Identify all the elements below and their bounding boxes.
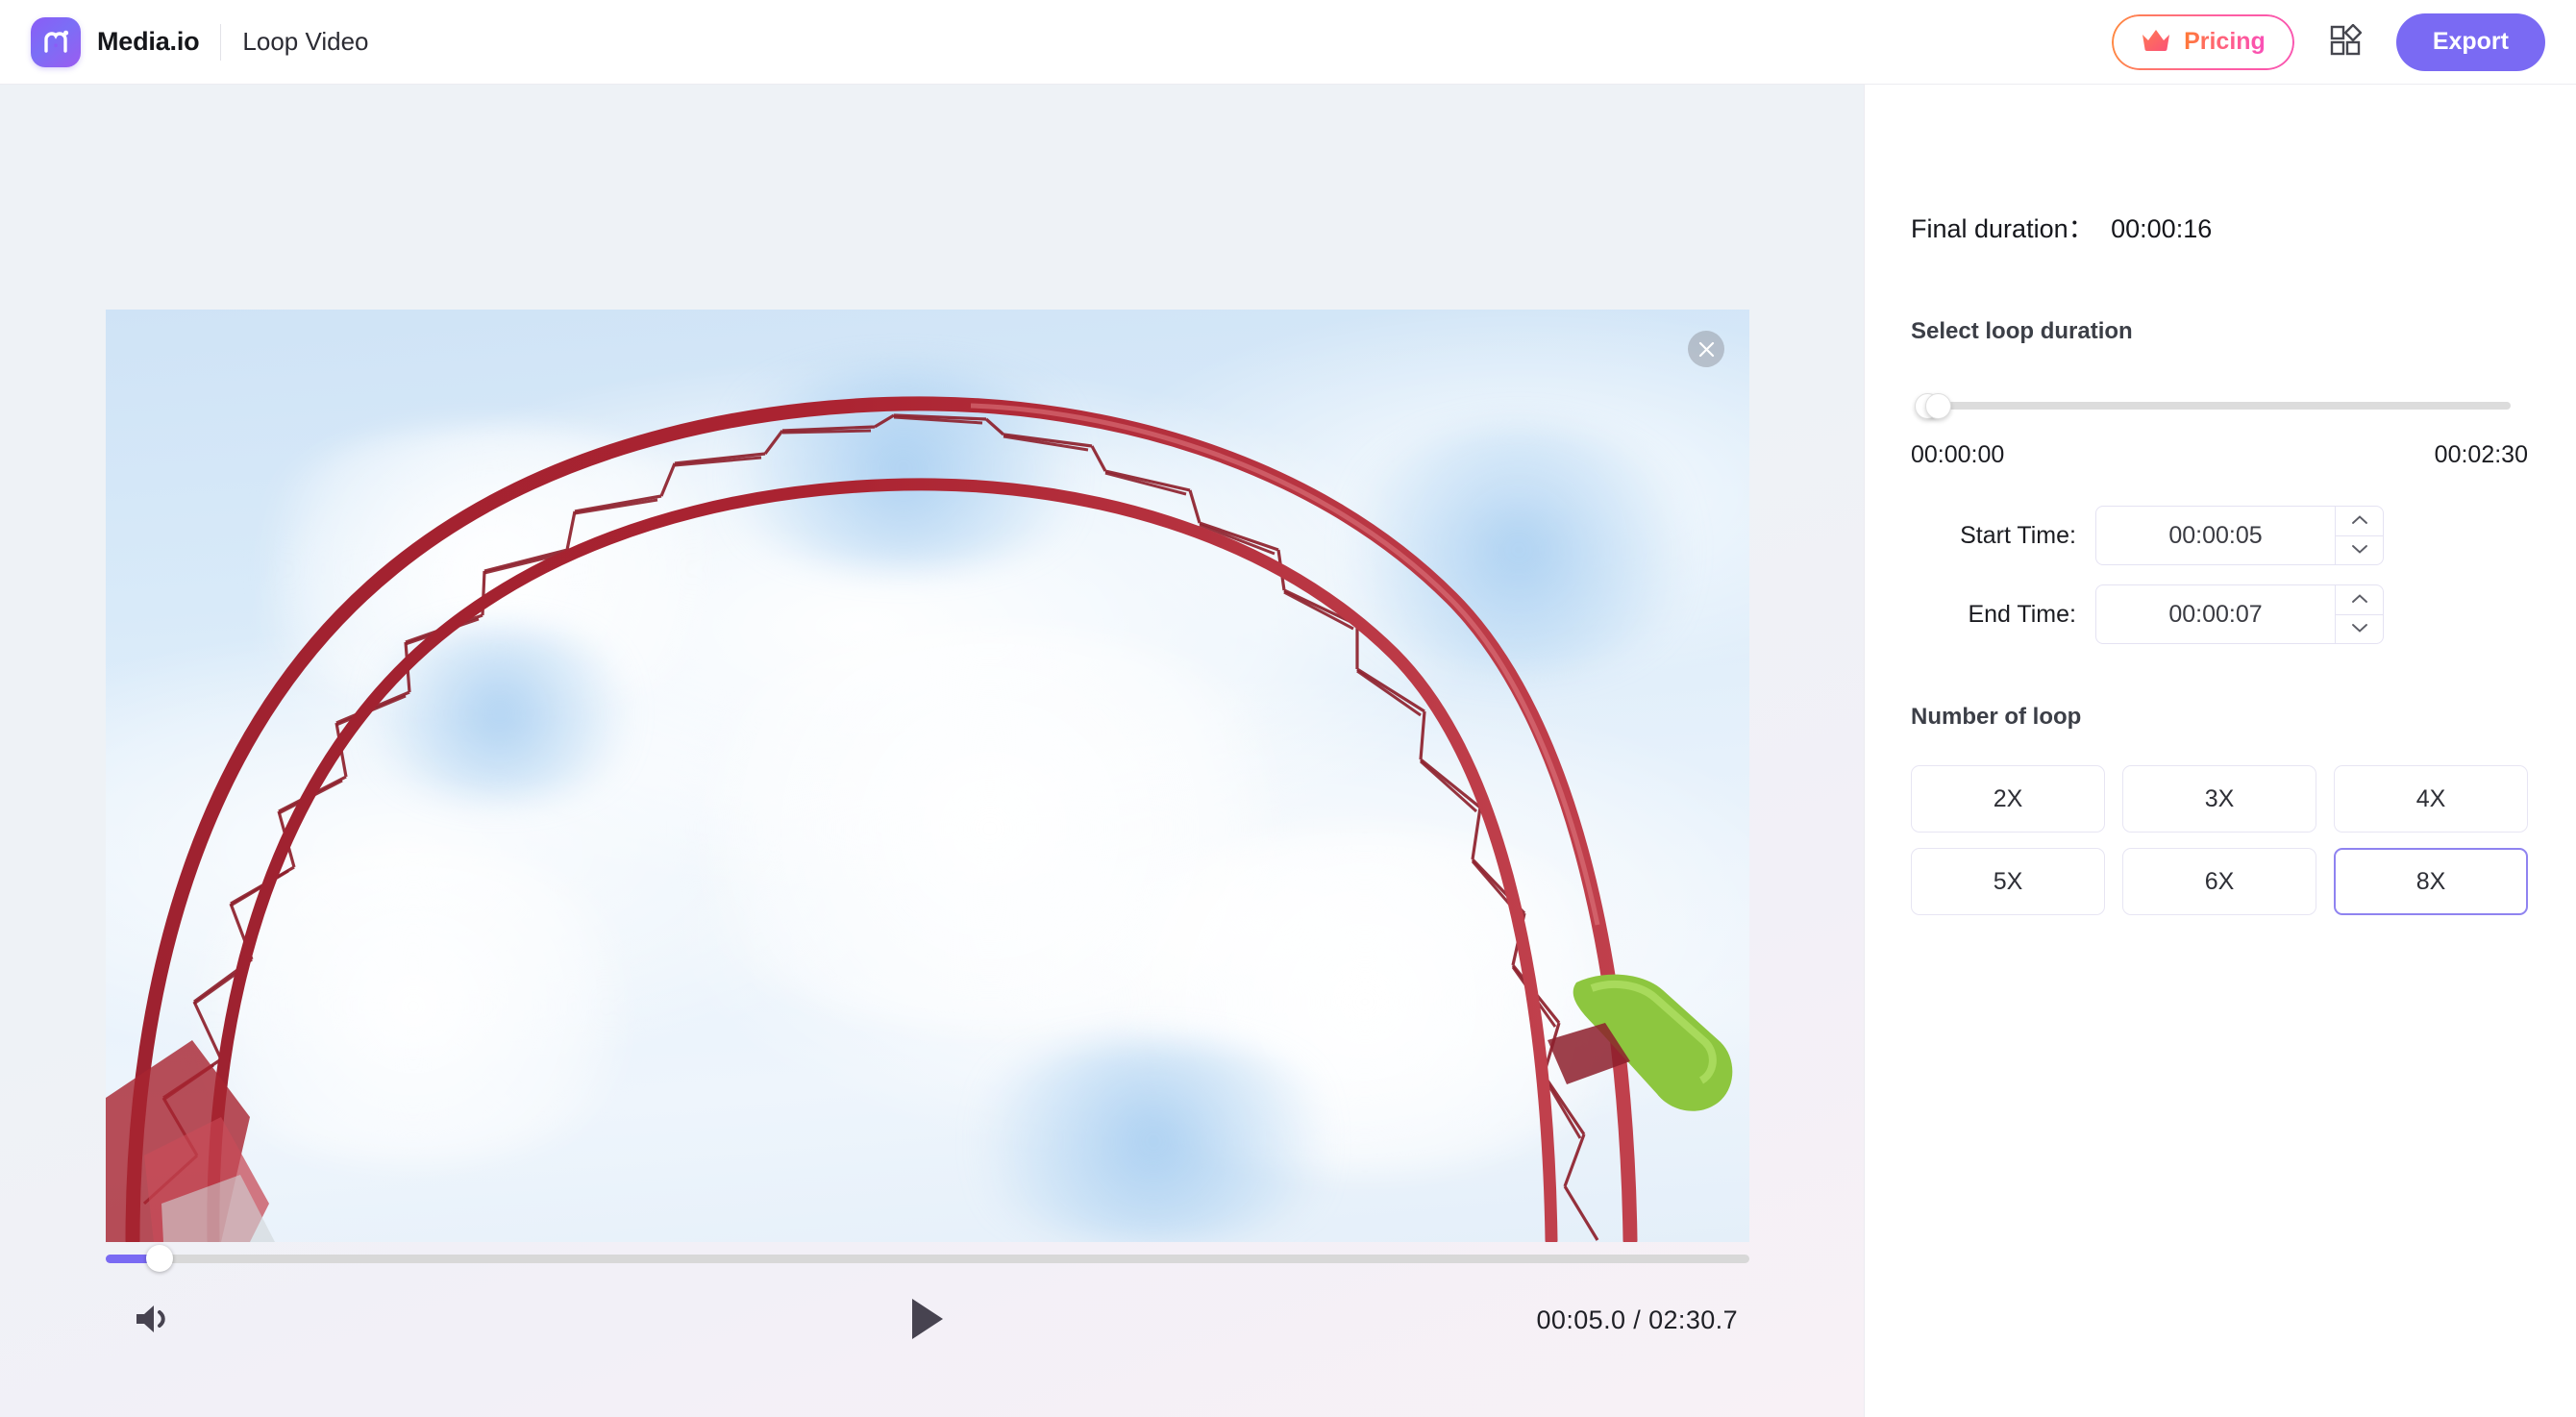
start-time-decrement-button[interactable] xyxy=(2336,534,2383,565)
export-button[interactable]: Export xyxy=(2395,12,2545,71)
chevron-down-icon xyxy=(2351,622,2368,636)
brand-separator xyxy=(220,23,222,61)
final-duration-label: Final duration： xyxy=(1911,214,2094,243)
apps-grid-button[interactable] xyxy=(2316,14,2375,70)
loop-duration-slider[interactable] xyxy=(1915,392,2511,419)
loop-option-3x[interactable]: 3X xyxy=(2122,765,2316,833)
end-time-row: End Time: 00:00:07 xyxy=(1911,584,2528,644)
loop-option-4x[interactable]: 4X xyxy=(2334,765,2528,833)
video-controls: 00:05.0 / 02:30.7 xyxy=(106,1288,1749,1352)
video-progress-handle[interactable] xyxy=(146,1245,174,1272)
video-frame[interactable] xyxy=(106,310,1749,1242)
loop-count-options: 2X 3X 4X 5X 6X 8X xyxy=(1911,765,2528,915)
play-button[interactable] xyxy=(894,1291,961,1349)
range-end-label: 00:02:30 xyxy=(2434,441,2528,468)
chevron-up-icon xyxy=(2351,592,2368,607)
roller-coaster-graphic xyxy=(106,396,1733,1242)
chevron-down-icon xyxy=(2351,543,2368,558)
start-time-input[interactable]: 00:00:05 xyxy=(2096,507,2335,564)
end-time-stepper[interactable]: 00:00:07 xyxy=(2095,584,2384,644)
apps-grid-icon xyxy=(2329,23,2363,60)
video-time-display: 00:05.0 / 02:30.7 xyxy=(1536,1305,1738,1334)
green-coaster-car xyxy=(1548,974,1733,1111)
app-header: Media.io Loop Video Pricing Export xyxy=(0,0,2576,85)
end-time-label: End Time: xyxy=(1968,600,2076,628)
loop-option-2x[interactable]: 2X xyxy=(1911,765,2105,833)
slider-handle-end[interactable] xyxy=(1925,392,1951,419)
crown-icon xyxy=(2141,28,2171,56)
close-icon[interactable] xyxy=(1688,331,1724,367)
time-fields: Start Time: 00:00:05 End Time: 00:00:07 xyxy=(1911,506,2528,644)
brand-name: Media.io xyxy=(97,27,200,56)
volume-icon xyxy=(133,1302,171,1339)
end-time-arrows xyxy=(2335,585,2383,643)
settings-panel: Final duration： 00:00:16 Select loop dur… xyxy=(1865,85,2576,1417)
brand: Media.io Loop Video xyxy=(31,16,369,67)
body: 00:05.0 / 02:30.7 Final duration： 00:00:… xyxy=(0,85,2576,1417)
final-duration: Final duration： 00:00:16 xyxy=(1911,208,2528,245)
end-time-input[interactable]: 00:00:07 xyxy=(2096,585,2335,643)
volume-button[interactable] xyxy=(123,1293,181,1347)
loop-option-8x[interactable]: 8X xyxy=(2334,848,2528,915)
range-start-label: 00:00:00 xyxy=(1911,441,2005,468)
number-of-loop-label: Number of loop xyxy=(1911,704,2082,730)
end-time-increment-button[interactable] xyxy=(2336,585,2383,614)
video-player: 00:05.0 / 02:30.7 xyxy=(106,310,1749,1339)
final-duration-value: 00:00:16 xyxy=(2111,214,2213,243)
slider-track xyxy=(1926,402,2511,410)
chevron-up-icon xyxy=(2351,513,2368,528)
start-time-arrows xyxy=(2335,507,2383,564)
loop-option-5x[interactable]: 5X xyxy=(1911,848,2105,915)
play-icon xyxy=(908,1297,947,1344)
header-actions: Pricing Export xyxy=(2112,12,2545,71)
media-io-logo-icon xyxy=(31,16,81,67)
loop-duration-label: Select loop duration xyxy=(1911,318,2133,344)
video-progress-row xyxy=(106,1242,1749,1275)
start-time-stepper[interactable]: 00:00:05 xyxy=(2095,506,2384,565)
slider-range-labels: 00:00:00 00:02:30 xyxy=(1911,441,2528,469)
end-time-decrement-button[interactable] xyxy=(2336,613,2383,644)
page-title: Loop Video xyxy=(242,27,369,56)
pricing-label: Pricing xyxy=(2184,28,2266,55)
app-root: Media.io Loop Video Pricing Export 00:05… xyxy=(0,0,2576,1417)
video-stage: 00:05.0 / 02:30.7 xyxy=(0,85,1865,1417)
start-time-label: Start Time: xyxy=(1960,521,2076,549)
loop-option-6x[interactable]: 6X xyxy=(2122,848,2316,915)
start-time-increment-button[interactable] xyxy=(2336,507,2383,535)
start-time-row: Start Time: 00:00:05 xyxy=(1911,506,2528,565)
pricing-button[interactable]: Pricing xyxy=(2112,13,2294,70)
video-progress-bar[interactable] xyxy=(106,1245,1749,1272)
